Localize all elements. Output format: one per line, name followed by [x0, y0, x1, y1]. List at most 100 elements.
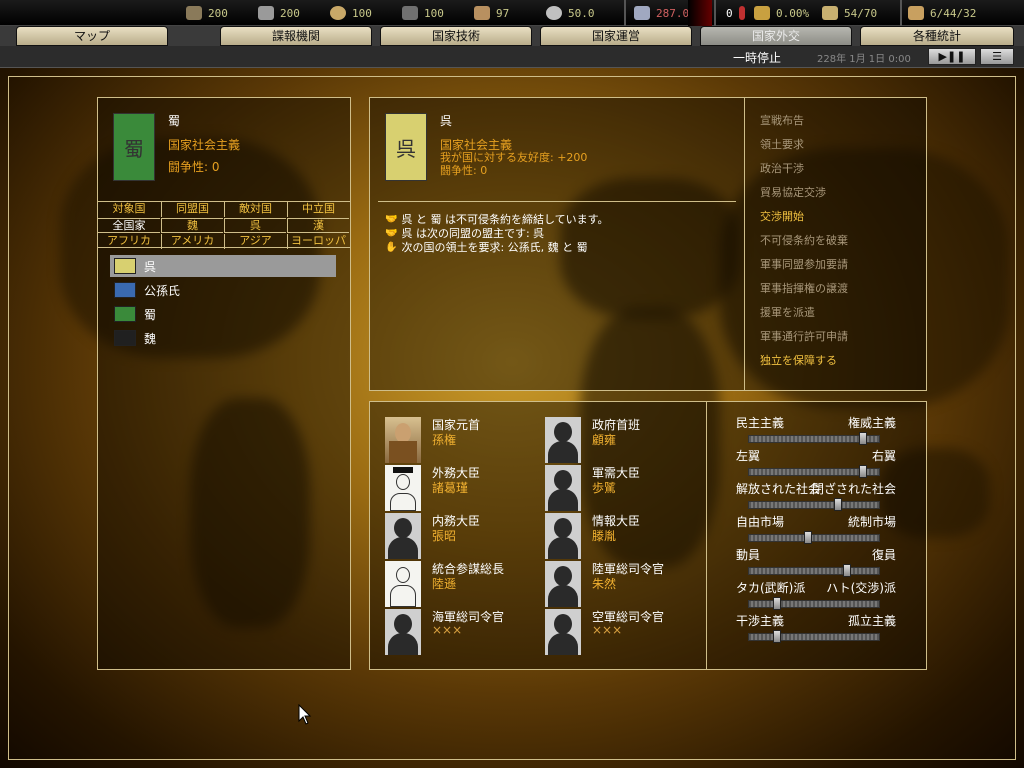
slider-knob[interactable] — [834, 498, 842, 511]
divider — [900, 0, 902, 26]
filter-america[interactable]: アメリカ — [161, 234, 223, 249]
dissent-icon — [754, 6, 770, 20]
government-panel: 国家元首 孫権 外務大臣 諸葛瑾 内務大臣 張昭 統合参謀総長 陸遜 海軍総司令… — [369, 401, 927, 670]
action-transfer-command[interactable]: 軍事指揮権の譲渡 — [760, 280, 848, 296]
own-country-name: 蜀 — [168, 114, 181, 128]
diplomacy-screen: 蜀 蜀 国家社会主義 闘争性: 0 対象国 同盟国 敵対国 中立国 全国家 魏 … — [0, 68, 1024, 768]
policy-slider[interactable] — [748, 465, 880, 478]
divider — [706, 402, 707, 669]
action-demand-territory[interactable]: 領土要求 — [760, 136, 804, 152]
slider-knob[interactable] — [773, 630, 781, 643]
minister-name[interactable]: 朱然 — [592, 575, 616, 592]
tab-map[interactable]: マップ — [16, 26, 168, 46]
play-pause-button[interactable]: ▶❚❚ — [928, 48, 976, 65]
divider — [378, 201, 736, 202]
slider-knob[interactable] — [859, 432, 867, 445]
action-start-negotiation[interactable]: 交渉開始 — [760, 208, 804, 224]
resource-dissent: 0.00% — [754, 5, 809, 21]
resource-manpower: 287.0 — [634, 5, 689, 21]
minister-name[interactable]: 顧雍 — [592, 431, 616, 448]
minister-name[interactable]: 歩騭 — [592, 479, 616, 496]
minister-name[interactable]: ××× — [592, 623, 622, 637]
minister-name[interactable]: 滕胤 — [592, 527, 616, 544]
policy-slider[interactable] — [748, 531, 880, 544]
own-country-ideology: 国家社会主義 — [168, 138, 241, 152]
policy-slider[interactable] — [748, 564, 880, 577]
slider-right-label: 統制市場 — [847, 515, 896, 529]
minister-name[interactable]: 張昭 — [432, 527, 456, 544]
minister-name[interactable]: 諸葛瑾 — [432, 479, 468, 496]
country-list-item[interactable]: 公孫氏 — [110, 279, 336, 301]
minister-portrait — [545, 465, 581, 511]
policy-slider[interactable] — [748, 597, 880, 610]
silhouette-icon — [545, 417, 581, 463]
minister-name[interactable]: 孫権 — [432, 431, 456, 448]
tab-technology[interactable]: 国家技術 — [380, 26, 532, 46]
action-declare-war[interactable]: 宣戦布告 — [760, 112, 804, 128]
minister-name[interactable]: ××× — [432, 623, 462, 637]
filter-allies[interactable]: 同盟国 — [161, 202, 223, 217]
slider-knob[interactable] — [859, 465, 867, 478]
slider-knob[interactable] — [804, 531, 812, 544]
menu-button[interactable]: ☰ — [980, 48, 1014, 65]
filter-all[interactable]: 全国家 — [98, 218, 160, 233]
filter-target[interactable]: 対象国 — [98, 202, 160, 217]
portrait-robe — [390, 585, 416, 607]
tab-production[interactable]: 国家運営 — [540, 26, 692, 46]
filter-africa[interactable]: アフリカ — [98, 234, 160, 249]
metal-icon — [258, 6, 274, 20]
handshake-icon: 🤝 — [385, 227, 398, 239]
minister-portrait — [385, 465, 421, 511]
silhouette-icon — [545, 465, 581, 511]
resource-energy: 200 — [186, 5, 228, 21]
country-list-item[interactable]: 呉 — [110, 255, 336, 277]
action-break-non-aggression[interactable]: 不可侵条約を破棄 — [760, 232, 848, 248]
filter-europe[interactable]: ヨーロッパ — [287, 234, 349, 249]
resource-escort: 6/44/32 — [908, 5, 976, 21]
action-send-expeditionary[interactable]: 援軍を派遣 — [760, 304, 815, 320]
play-pause-icon: ▶❚❚ — [938, 50, 966, 63]
tab-statistics[interactable]: 各種統計 — [860, 26, 1014, 46]
hand-icon: ✋ — [385, 241, 398, 253]
country-flag-icon — [114, 330, 136, 346]
main-tab-bar: マップ 諜報機関 国家技術 国家運営 国家外交 各種統計 — [0, 26, 1024, 46]
filter-wei[interactable]: 魏 — [161, 218, 223, 233]
filter-enemies[interactable]: 敵対国 — [224, 202, 286, 217]
game-date: 228年 1月 1日 0:00 — [817, 54, 911, 65]
slider-knob[interactable] — [773, 597, 781, 610]
minister-name[interactable]: 陸遜 — [432, 575, 456, 592]
portrait-face — [396, 567, 410, 583]
filter-neutral[interactable]: 中立国 — [287, 202, 349, 217]
filter-wu[interactable]: 呉 — [224, 218, 286, 233]
action-military-access[interactable]: 軍事通行許可申請 — [760, 328, 848, 344]
action-guarantee-independence[interactable]: 独立を保障する — [760, 352, 837, 368]
minister-portrait — [545, 561, 581, 607]
action-trade-agreement[interactable]: 貿易協定交渉 — [760, 184, 826, 200]
policy-slider[interactable] — [748, 498, 880, 511]
rare-materials-icon — [330, 6, 346, 20]
policy-slider[interactable] — [748, 432, 880, 445]
silhouette-icon — [545, 513, 581, 559]
supplies-icon — [474, 6, 490, 20]
slider-knob[interactable] — [843, 564, 851, 577]
filter-han[interactable]: 漢 — [287, 218, 349, 233]
target-belligerence: 闘争性: 0 — [440, 164, 488, 177]
action-request-alliance[interactable]: 軍事同盟参加要請 — [760, 256, 848, 272]
own-country-panel: 蜀 蜀 国家社会主義 闘争性: 0 対象国 同盟国 敵対国 中立国 全国家 魏 … — [97, 97, 351, 670]
filter-asia[interactable]: アジア — [224, 234, 286, 249]
topbar-shade — [688, 0, 712, 26]
portrait-face — [396, 474, 410, 490]
policy-slider[interactable] — [748, 630, 880, 643]
country-list-item[interactable]: 蜀 — [110, 303, 336, 325]
resource-bar: 200 200 100 100 97 50.0 287.0 0 0.00% 54… — [0, 0, 1024, 26]
oil-icon — [402, 6, 418, 20]
minister-portrait — [385, 609, 421, 655]
resource-rare-materials: 100 — [330, 5, 372, 21]
action-influence[interactable]: 政治干渉 — [760, 160, 804, 176]
tab-diplomacy[interactable]: 国家外交 — [700, 26, 852, 46]
transport-icon — [738, 6, 745, 20]
resource-money: 50.0 — [546, 5, 595, 21]
tab-intelligence[interactable]: 諜報機関 — [220, 26, 372, 46]
country-list-item[interactable]: 魏 — [110, 327, 336, 349]
slider-left-label: 干渉主義 — [736, 614, 785, 628]
